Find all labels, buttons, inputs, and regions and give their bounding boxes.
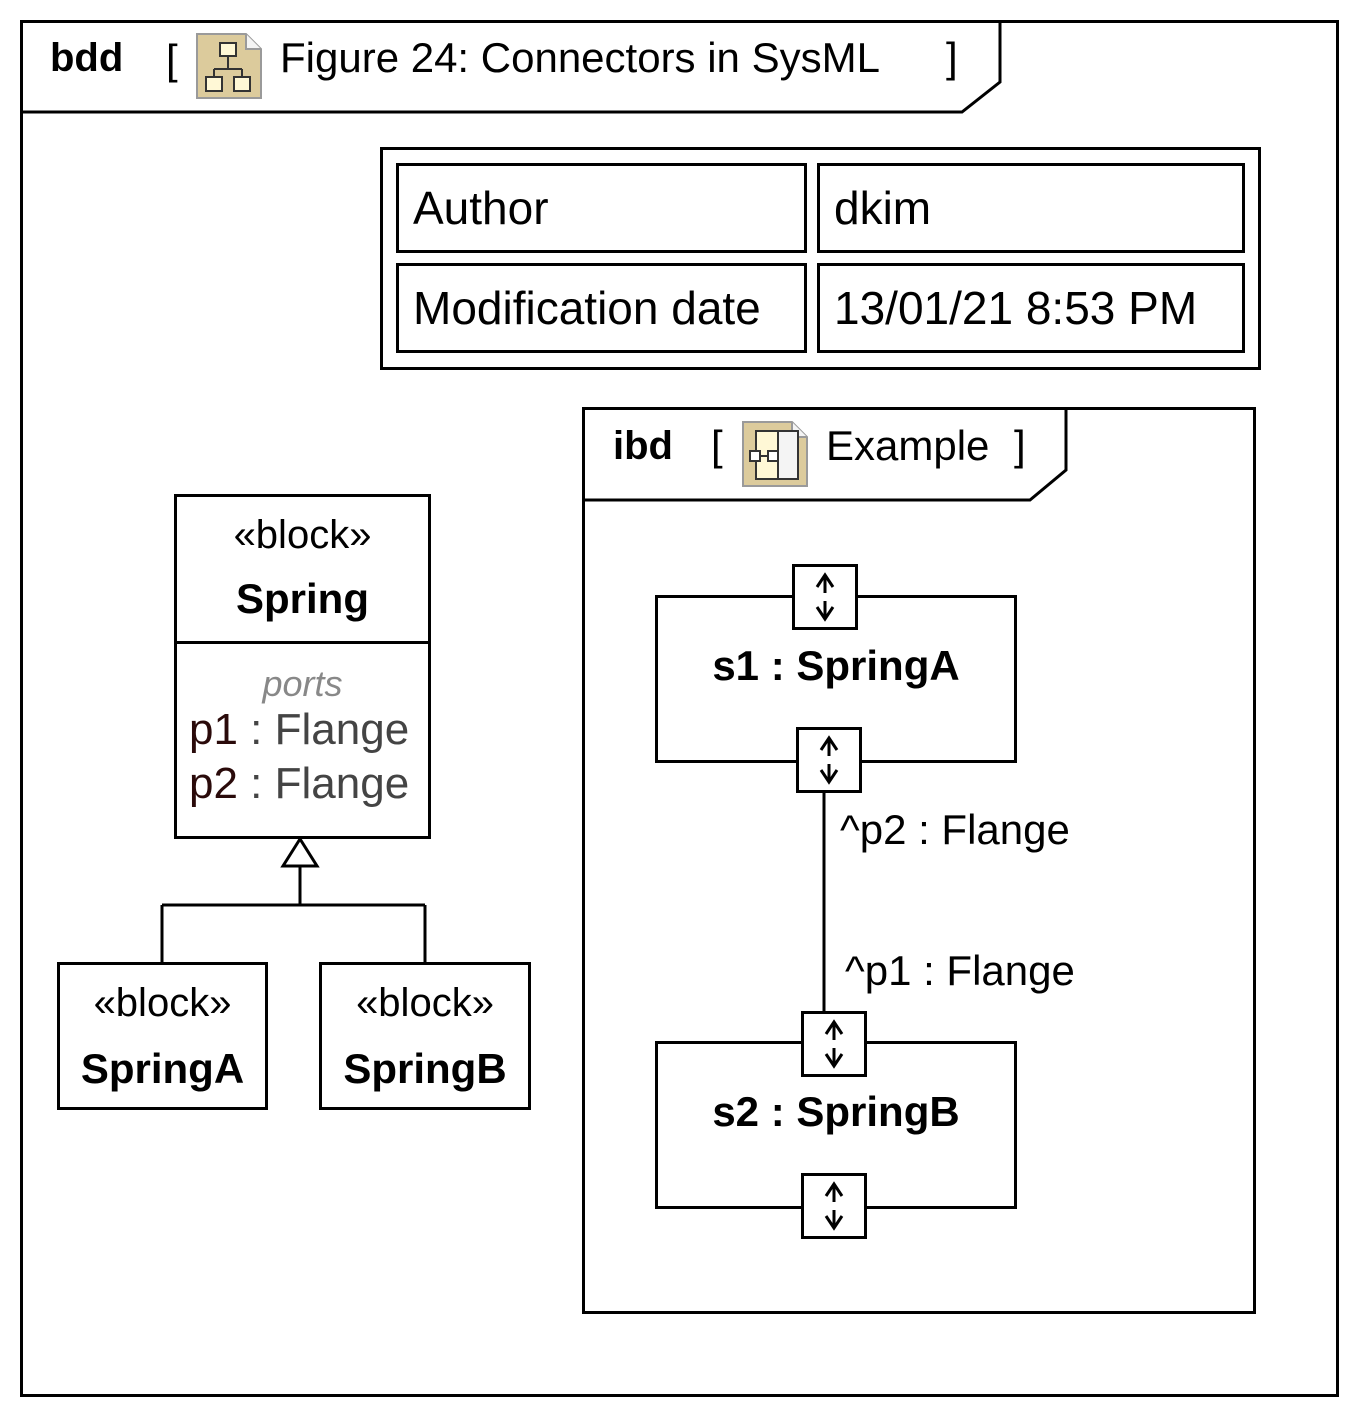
info-key-author: Author xyxy=(396,163,807,253)
block-springB-name: SpringB xyxy=(343,1045,507,1092)
info-key-modification-date: Modification date xyxy=(396,263,807,353)
block-spring-name: Spring xyxy=(236,575,369,622)
bdd-open-bracket: [ xyxy=(166,36,178,83)
connector-end-label-p1: ^p1 : Flange xyxy=(845,947,1075,994)
part-s2-label: s2 : SpringB xyxy=(712,1088,960,1135)
bdd-frame-title: Figure 24: Connectors in SysML xyxy=(280,34,880,81)
info-key-text: Author xyxy=(413,182,549,234)
port-p2-type: Flange xyxy=(274,759,410,808)
port-s2-bottom[interactable] xyxy=(801,1173,867,1239)
port-p1-name: p1 xyxy=(189,705,238,754)
bdd-frame-kind: bdd xyxy=(50,36,124,80)
port-p2: p2 : Flange xyxy=(189,759,409,809)
port-p2-name: p2 xyxy=(189,759,238,808)
ports-compartment-label: ports xyxy=(262,663,343,704)
bidirectional-arrow-icon xyxy=(824,1181,844,1231)
info-value-modification-date: 13/01/21 8:53 PM xyxy=(817,263,1245,353)
ibd-frame-kind: ibd xyxy=(613,424,673,468)
block-spring-stereotype: «block» xyxy=(233,513,372,557)
ibd-open-bracket: [ xyxy=(711,422,723,469)
block-spring-divider xyxy=(177,641,428,644)
port-p1-type: Flange xyxy=(274,705,410,754)
info-key-text: Modification date xyxy=(413,282,761,334)
info-value-text: dkim xyxy=(834,182,932,234)
bidirectional-arrow-icon xyxy=(819,735,839,785)
bidirectional-arrow-icon xyxy=(815,572,835,622)
bidirectional-arrow-icon xyxy=(824,1019,844,1069)
info-value-author: dkim xyxy=(817,163,1245,253)
block-springA-stereotype: «block» xyxy=(93,981,232,1025)
port-s2-p1[interactable] xyxy=(801,1011,867,1077)
block-definition-diagram-icon xyxy=(196,33,262,99)
port-p1: p1 : Flange xyxy=(189,705,409,755)
ibd-frame-title: Example xyxy=(826,422,990,469)
port-p2-sep: : xyxy=(237,759,275,808)
block-springA-name: SpringA xyxy=(80,1045,245,1092)
block-springB[interactable]: «block» SpringB xyxy=(319,962,531,1110)
internal-block-diagram-icon xyxy=(742,421,808,487)
ibd-close-bracket: ] xyxy=(1014,422,1026,469)
bdd-close-bracket: ] xyxy=(946,34,958,81)
block-spring[interactable]: «block» Spring ports p1 : Flange p2 : Fl… xyxy=(174,494,431,839)
connector-end-label-p2: ^p2 : Flange xyxy=(840,806,1070,853)
port-s1-top[interactable] xyxy=(792,564,858,630)
part-s1-label: s1 : SpringA xyxy=(712,642,960,689)
port-s1-p2[interactable] xyxy=(796,727,862,793)
block-springA[interactable]: «block» SpringA xyxy=(57,962,268,1110)
port-p1-sep: : xyxy=(237,705,275,754)
info-value-text: 13/01/21 8:53 PM xyxy=(834,282,1198,334)
block-springB-stereotype: «block» xyxy=(356,981,494,1025)
